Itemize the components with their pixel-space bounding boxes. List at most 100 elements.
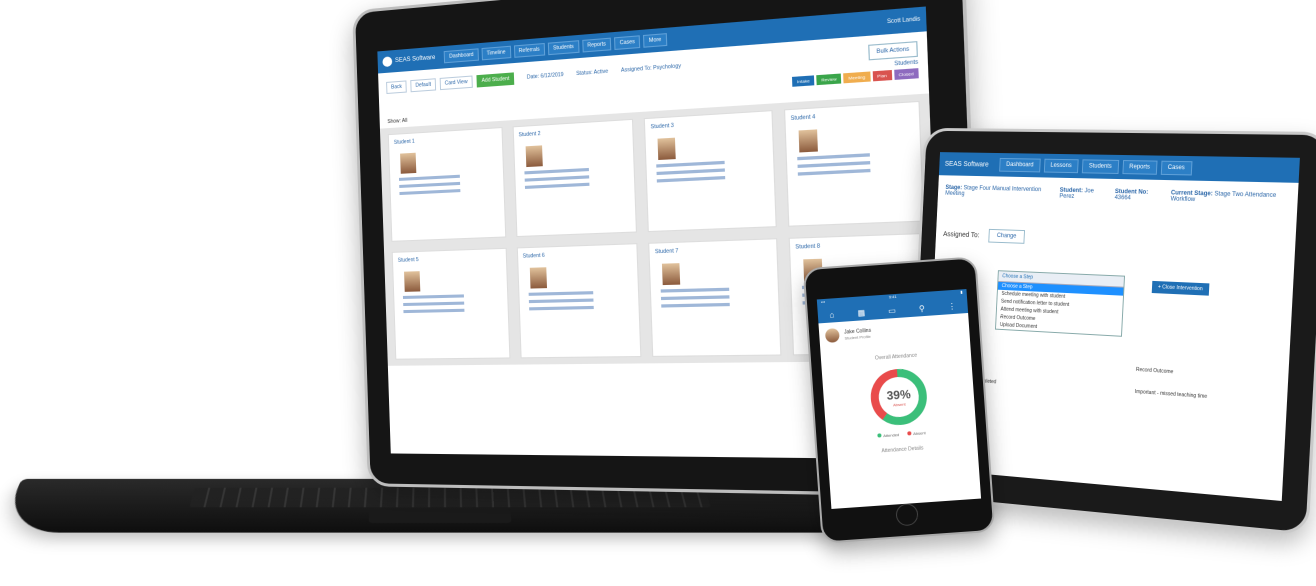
student-card-name: Student 1 <box>393 138 415 146</box>
attendance-percent-wrap: 39% Absent <box>866 364 932 430</box>
info-student-no: Student No: 43664 <box>1114 188 1149 202</box>
laptop-brand: SEAS Software <box>394 54 436 65</box>
student-card-name: Student 5 <box>397 257 419 264</box>
card-view-button[interactable]: Card View <box>439 75 473 91</box>
assigned-label: Assigned To: <box>943 230 980 239</box>
book-icon[interactable]: ▭ <box>888 306 896 316</box>
nav-tab-dashboard[interactable]: Dashboard <box>444 48 479 64</box>
search-icon[interactable]: ⚲ <box>919 303 925 312</box>
workflow-step[interactable]: Intake <box>792 75 815 87</box>
student-card[interactable]: Student 2 <box>512 118 637 238</box>
student-card[interactable]: Student 3 <box>643 110 777 233</box>
student-photo <box>529 267 547 289</box>
student-card-name: Student 4 <box>790 114 816 123</box>
nav-tab-referrals[interactable]: Referrals <box>513 42 546 58</box>
assigned-row: Assigned To: Change <box>935 206 1296 260</box>
logo-icon <box>382 56 393 68</box>
student-photo <box>525 145 543 168</box>
student-card[interactable]: Student 4 <box>783 100 925 227</box>
card-detail-line <box>528 298 594 304</box>
product-showcase: SEAS Software Dashboard Timeline Referra… <box>0 0 1316 586</box>
info-student: Student: Joe Perez <box>1059 187 1094 200</box>
attendance-percent-sub: Absent <box>892 401 906 407</box>
nav-tab-more[interactable]: More <box>643 33 667 48</box>
battery-icon: ▮ <box>960 289 963 295</box>
info-current-stage: Current Stage: Stage Two Attendance Work… <box>1170 190 1277 204</box>
student-card[interactable]: Student 7 <box>648 238 781 357</box>
workflow-step[interactable]: Closed <box>893 68 919 80</box>
donut-legend: Attended Absent <box>826 427 976 442</box>
step-select[interactable]: Choose a Step Choose a Step Schedule mee… <box>995 270 1126 337</box>
workflow-step[interactable]: Review <box>816 73 842 86</box>
attendance-percent: 39% <box>886 386 912 403</box>
student-photo <box>661 263 681 286</box>
student-photo <box>400 152 417 174</box>
attendance-section-title: Overall Attendance <box>874 352 918 362</box>
card-detail-line <box>661 302 730 308</box>
card-detail-line <box>399 189 461 196</box>
card-detail-line <box>524 182 590 189</box>
nav-tab-timeline[interactable]: Timeline <box>481 45 511 61</box>
close-intervention-button[interactable]: + Close Intervention <box>1151 280 1210 296</box>
phone-screen: ••• 9:41 ▮ ⌂ ▦ ▭ ⚲ ⋮ Jake Collins Studen… <box>816 289 982 509</box>
card-detail-line <box>660 287 730 293</box>
card-detail-line <box>656 175 726 183</box>
card-detail-line <box>524 175 589 182</box>
phone-home-button[interactable] <box>895 502 919 527</box>
record-outcome-header: Record Outcome <box>1135 366 1174 376</box>
change-button[interactable]: Change <box>988 228 1026 244</box>
phone-device: ••• 9:41 ▮ ⌂ ▦ ▭ ⚲ ⋮ Jake Collins Studen… <box>802 256 996 544</box>
student-sub: Student Profile <box>844 333 871 341</box>
tablet-tab-cases[interactable]: Cases <box>1160 160 1193 176</box>
student-card[interactable]: Student 6 <box>516 243 642 359</box>
add-student-button[interactable]: Add Student <box>476 72 515 88</box>
user-menu[interactable]: Scott Landis <box>887 16 920 25</box>
attendance-donut: 39% Absent <box>866 364 932 430</box>
avatar <box>824 328 840 343</box>
workflow-step[interactable]: Meeting <box>843 71 871 84</box>
attendance-details-title: Attendance Details <box>881 445 924 455</box>
card-detail-line <box>660 295 730 301</box>
tablet-tab-students[interactable]: Students <box>1081 159 1119 175</box>
card-detail-line <box>399 181 461 188</box>
card-detail-line <box>398 174 460 181</box>
card-detail-line <box>797 168 871 176</box>
important-note: Important - missed teaching time <box>1134 388 1208 401</box>
card-detail-line <box>656 160 725 168</box>
card-detail-line <box>796 161 870 169</box>
card-detail-line <box>403 308 465 314</box>
nav-tab-students[interactable]: Students <box>547 40 580 56</box>
meta-date: Date: 6/12/2019 <box>526 71 564 81</box>
card-detail-line <box>523 167 589 175</box>
calendar-icon[interactable]: ▦ <box>857 308 865 318</box>
student-photo <box>404 271 421 292</box>
meta-status: Status: Active <box>576 68 609 78</box>
student-card[interactable]: Student 5 <box>391 247 510 360</box>
card-detail-line <box>528 305 594 311</box>
card-detail-line <box>403 301 465 307</box>
default-button[interactable]: Default <box>410 78 437 93</box>
student-photo <box>657 137 676 161</box>
card-detail-line <box>656 168 726 176</box>
nav-tab-cases[interactable]: Cases <box>614 35 641 51</box>
student-card-name: Student 6 <box>522 252 545 260</box>
menu-icon[interactable]: ⋮ <box>948 301 957 311</box>
nav-tab-reports[interactable]: Reports <box>581 37 612 53</box>
tablet-tab-reports[interactable]: Reports <box>1122 160 1158 175</box>
student-card[interactable]: Student 1 <box>387 127 506 242</box>
tablet-tab-lessons[interactable]: Lessons <box>1043 158 1079 174</box>
legend-absent: Absent <box>906 430 926 436</box>
student-card-name: Student 8 <box>795 243 821 251</box>
student-photo <box>797 129 818 153</box>
student-card-name: Student 2 <box>518 130 541 139</box>
home-icon[interactable]: ⌂ <box>829 310 834 319</box>
tablet-tab-dashboard[interactable]: Dashboard <box>999 157 1041 173</box>
card-detail-line <box>796 153 870 161</box>
card-detail-line <box>402 294 465 299</box>
student-card-name: Student 3 <box>650 122 674 131</box>
bulk-actions-button[interactable]: Bulk Actions <box>867 41 918 61</box>
back-button[interactable]: Back <box>386 80 407 95</box>
workflow-step[interactable]: Plan <box>872 70 892 82</box>
signal-icon: ••• <box>820 298 826 305</box>
tablet-brand: SEAS Software <box>944 160 989 168</box>
